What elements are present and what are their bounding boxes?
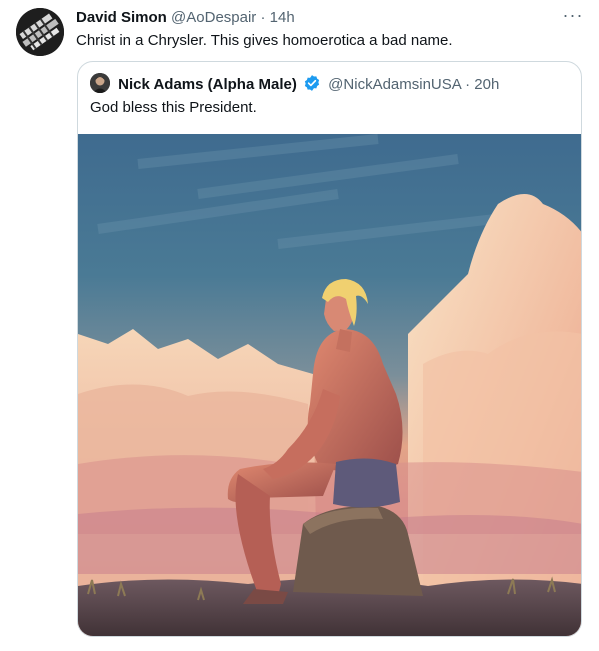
quoted-tweet-header: Nick Adams (Alpha Male) @NickAdamsinUSA … <box>90 73 499 95</box>
quoted-tweet[interactable]: Nick Adams (Alpha Male) @NickAdamsinUSA … <box>77 61 582 637</box>
quoted-author-avatar <box>90 73 110 93</box>
quoted-avatar-image <box>90 73 110 93</box>
tweet-header: David Simon @AoDespair · 14h <box>76 8 295 28</box>
quoted-tweet-text: God bless this President. <box>90 99 257 116</box>
quoted-tweet-time[interactable]: 20h <box>474 76 499 93</box>
tweet[interactable]: David Simon @AoDespair · 14h ··· Christ … <box>0 0 599 651</box>
avatar-image <box>16 8 64 56</box>
author-handle[interactable]: @AoDespair <box>171 9 256 26</box>
verified-badge-icon <box>304 75 320 91</box>
quoted-separator: · <box>465 76 471 93</box>
more-horizontal-icon: ··· <box>562 5 584 25</box>
header-separator: · <box>260 9 266 26</box>
quoted-author-name[interactable]: Nick Adams (Alpha Male) <box>118 76 297 93</box>
quoted-author-handle[interactable]: @NickAdamsinUSA <box>328 76 461 93</box>
more-options-button[interactable]: ··· <box>556 4 590 32</box>
author-name[interactable]: David Simon <box>76 9 167 26</box>
author-avatar[interactable] <box>16 8 64 56</box>
tweet-text: Christ in a Chrysler. This gives homoero… <box>76 32 453 49</box>
quoted-tweet-image[interactable] <box>78 134 582 637</box>
tweet-time[interactable]: 14h <box>270 9 295 26</box>
